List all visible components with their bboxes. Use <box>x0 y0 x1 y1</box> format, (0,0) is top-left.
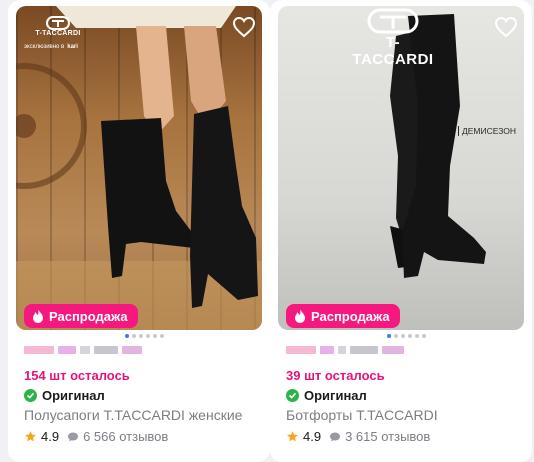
product-photo[interactable]: T-TACCARDI эксклюзивно в kari Распродажа <box>16 6 262 330</box>
chat-bubble-icon <box>330 432 341 441</box>
pagination-dot[interactable] <box>125 334 129 338</box>
product-title[interactable]: Ботфорты T.TACCARDI <box>286 407 526 423</box>
photo-pagination <box>125 334 164 338</box>
pagination-dot[interactable] <box>153 334 157 338</box>
check-circle-icon <box>24 389 37 402</box>
product-card-1[interactable]: T-TACCARDI эксклюзивно в kari Распродажа <box>8 0 270 462</box>
exclusive-note: эксклюзивно в kari <box>24 44 78 50</box>
chat-bubble-icon <box>68 432 79 441</box>
pagination-dot[interactable] <box>422 334 426 338</box>
star-icon <box>287 431 298 442</box>
pagination-dot[interactable] <box>408 334 412 338</box>
product-photo[interactable]: T-TACCARDI ДЕМИСЕЗОН Распродажа <box>278 6 524 330</box>
sale-badge-label: Распродажа <box>49 308 128 324</box>
pagination-dot[interactable] <box>139 334 143 338</box>
sale-badge: Распродажа <box>286 304 400 328</box>
pagination-dot[interactable] <box>387 334 391 338</box>
reviews-count: 3 615 отзывов <box>345 429 431 444</box>
brand-name: T-TACCARDI <box>35 30 81 37</box>
check-circle-icon <box>286 389 299 402</box>
reviews[interactable]: 6 566 отзывов <box>67 429 168 444</box>
original-text: Оригинал <box>304 388 367 403</box>
reviews-count: 6 566 отзывов <box>83 429 169 444</box>
product-card-2[interactable]: T-TACCARDI ДЕМИСЕЗОН Распродажа 39 шт ос… <box>270 0 532 462</box>
pagination-dot[interactable] <box>394 334 398 338</box>
photo-pagination <box>387 334 426 338</box>
original-label: Оригинал <box>24 388 105 403</box>
brand-mark-icon <box>46 16 70 30</box>
rating-value: 4.9 <box>303 429 322 444</box>
rating-value: 4.9 <box>41 429 60 444</box>
pagination-dot[interactable] <box>415 334 419 338</box>
pagination-dot[interactable] <box>146 334 150 338</box>
partner-name: kari <box>67 44 78 50</box>
price-row-obscured <box>24 344 142 356</box>
stock-left: 39 шт осталось <box>286 368 385 383</box>
heart-icon[interactable] <box>232 16 256 38</box>
original-text: Оригинал <box>42 388 105 403</box>
pagination-dot[interactable] <box>132 334 136 338</box>
original-label: Оригинал <box>286 388 367 403</box>
stock-left: 154 шт осталось <box>24 368 130 383</box>
exclusive-text: эксклюзивно в <box>24 44 65 50</box>
rating-row: 4.9 3 615 отзывов <box>286 429 430 444</box>
sale-badge: Распродажа <box>24 304 138 328</box>
boots-illustration <box>16 6 262 330</box>
star-icon <box>25 431 36 442</box>
sale-badge-label: Распродажа <box>311 308 390 324</box>
brand-mark-icon <box>367 8 419 34</box>
brand-name: T-TACCARDI <box>352 34 434 68</box>
heart-icon[interactable] <box>494 16 518 38</box>
price-row-obscured <box>286 344 404 356</box>
pagination-dot[interactable] <box>401 334 405 338</box>
brand-logo: T-TACCARDI <box>348 8 438 68</box>
rating-row: 4.9 6 566 отзывов <box>24 429 168 444</box>
product-title[interactable]: Полусапоги T.TACCARDI женские <box>24 407 264 423</box>
brand-logo: T-TACCARDI <box>28 16 88 37</box>
fire-icon <box>295 309 305 323</box>
reviews[interactable]: 3 615 отзывов <box>329 429 430 444</box>
pagination-dot[interactable] <box>160 334 164 338</box>
season-label: ДЕМИСЕЗОН <box>458 126 516 136</box>
fire-icon <box>33 309 43 323</box>
